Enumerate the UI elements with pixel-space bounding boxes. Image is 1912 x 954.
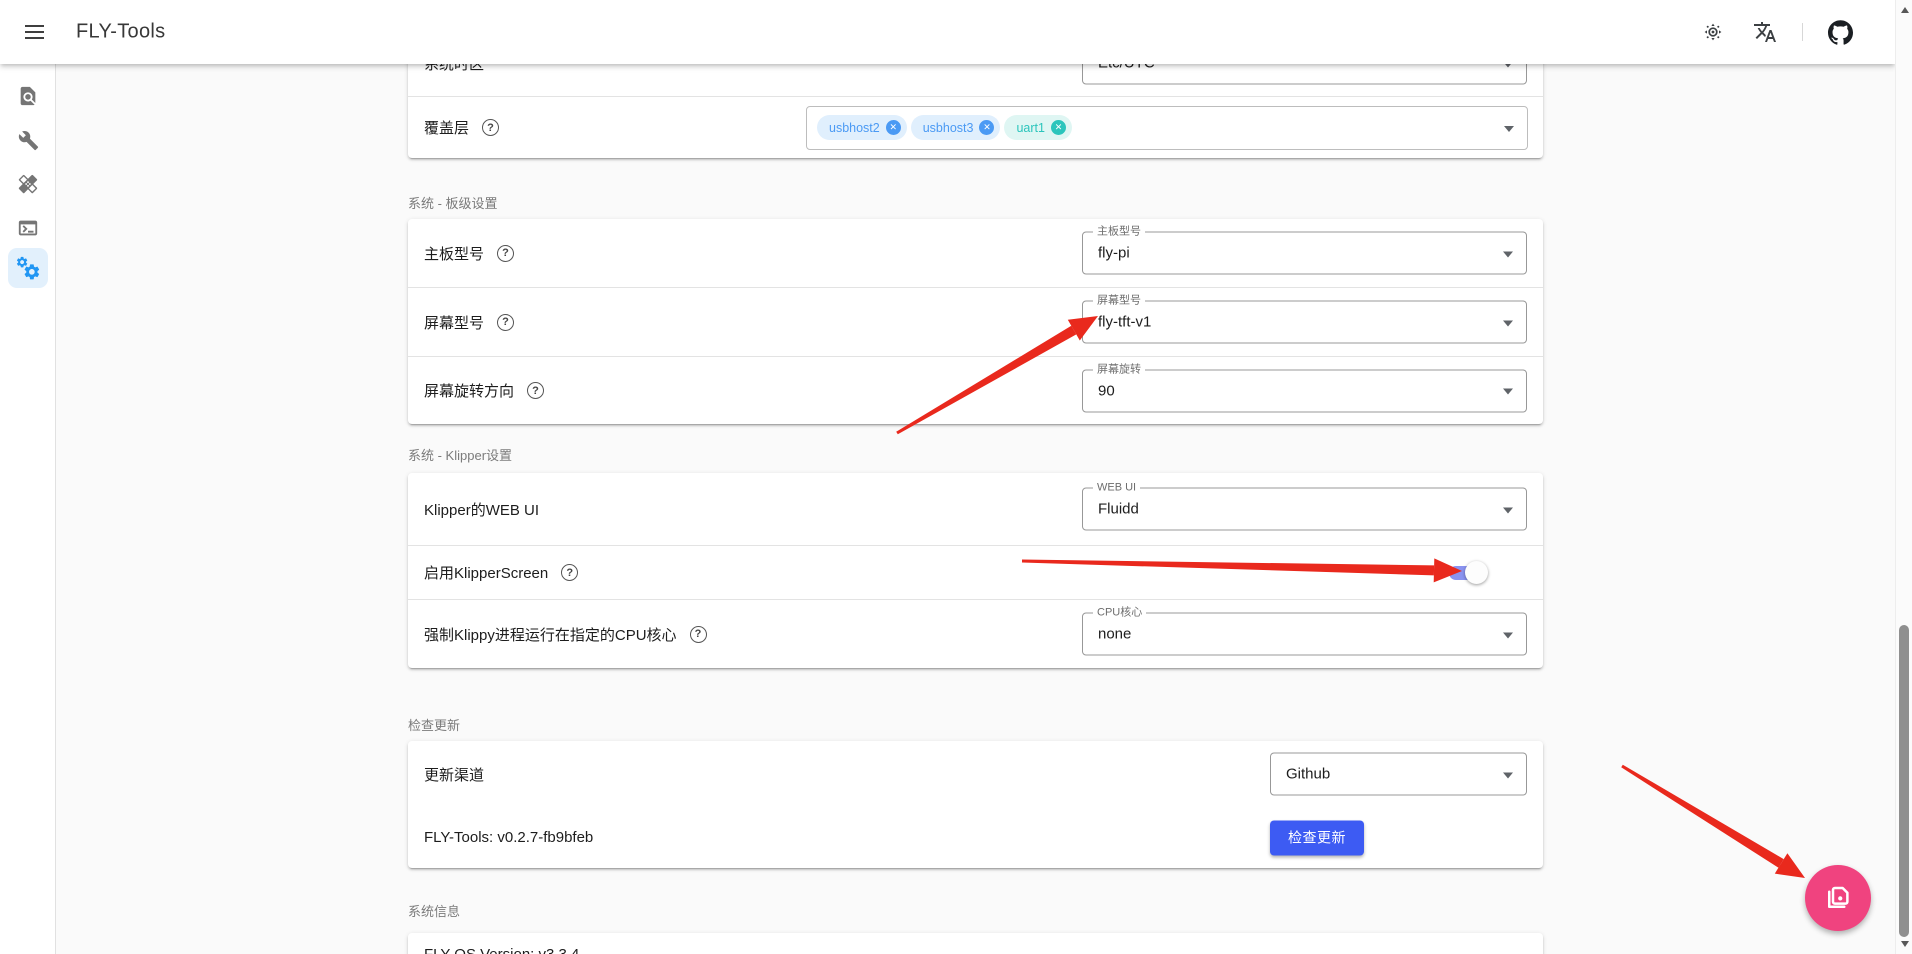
klipperscreen-toggle[interactable] [1449, 566, 1485, 580]
row-os-version: FLY OS Version: v3.3.4 [408, 933, 1543, 954]
dropdown-arrow-icon [1503, 772, 1513, 778]
screen-select[interactable]: 屏幕型号 fly-tft-v1 [1082, 301, 1527, 344]
dropdown-arrow-icon [1504, 126, 1514, 132]
tools-version-label: FLY-Tools: v0.2.7-fb9bfeb [424, 829, 593, 846]
row-screen-rotation: 屏幕旋转方向 ? 屏幕旋转 90 [408, 357, 1543, 424]
section-title-info: 系统信息 [408, 901, 460, 920]
row-overlay: 覆盖层 ? usbhost2 ✕ usbhost3 ✕ uart1 [408, 97, 1543, 158]
overlay-chip: uart1 ✕ [1004, 115, 1072, 140]
row-webui: Klipper的WEB UI WEB UI Fluidd [408, 473, 1543, 546]
overlay-multiselect[interactable]: usbhost2 ✕ usbhost3 ✕ uart1 ✕ [806, 106, 1528, 150]
channel-value: Github [1286, 766, 1330, 783]
webui-select[interactable]: WEB UI Fluidd [1082, 488, 1527, 531]
chip-close-icon[interactable]: ✕ [1051, 120, 1066, 135]
screen-value: fly-tft-v1 [1098, 314, 1151, 331]
sidebar-item-find-in-page[interactable] [8, 76, 48, 116]
cpu-select[interactable]: CPU核心 none [1082, 613, 1527, 656]
help-icon[interactable]: ? [497, 314, 514, 331]
scrollbar [1895, 0, 1912, 954]
healing-icon [17, 173, 39, 195]
os-version-label: FLY OS Version: v3.3.4 [424, 946, 579, 954]
fly-tools-app: 系统时区 Etc/UTC 覆盖层 ? usbhost2 ✕ [0, 0, 1912, 954]
webui-value: Fluidd [1098, 501, 1139, 518]
github-icon[interactable] [1825, 17, 1855, 47]
card-klipper-settings: Klipper的WEB UI WEB UI Fluidd 启用KlipperSc… [408, 473, 1543, 668]
cpu-label: 强制Klippy进程运行在指定的CPU核心 [424, 624, 677, 645]
chip-label: uart1 [1016, 121, 1045, 135]
scrollbar-thumb[interactable] [1899, 625, 1909, 937]
cpu-value: none [1098, 626, 1131, 643]
overlay-chip: usbhost3 ✕ [911, 115, 1001, 140]
card-check-update: 更新渠道 Github FLY-Tools: v0.2.7-fb9bfeb 检查… [408, 741, 1543, 868]
field-label: WEB UI [1093, 482, 1140, 495]
chip-label: usbhost2 [829, 121, 880, 135]
row-update-channel: 更新渠道 Github [408, 741, 1543, 807]
toggle-thumb [1465, 561, 1488, 584]
translate-icon[interactable] [1750, 17, 1780, 47]
section-title-update: 检查更新 [408, 715, 460, 734]
sidebar-item-settings[interactable] [8, 248, 48, 288]
menu-icon[interactable] [18, 14, 54, 50]
row-cpu-core: 强制Klippy进程运行在指定的CPU核心 ? CPU核心 none [408, 600, 1543, 668]
terminal-icon [17, 217, 39, 239]
dropdown-arrow-icon [1503, 507, 1513, 513]
help-icon[interactable]: ? [690, 626, 707, 643]
channel-label: 更新渠道 [424, 764, 484, 785]
section-title-board: 系统 - 板级设置 [408, 193, 498, 212]
overlay-label: 覆盖层 [424, 117, 469, 138]
help-icon[interactable]: ? [527, 382, 544, 399]
row-klipperscreen: 启用KlipperScreen ? [408, 546, 1543, 600]
rotation-value: 90 [1098, 382, 1115, 399]
row-screen-model: 屏幕型号 ? 屏幕型号 fly-tft-v1 [408, 288, 1543, 357]
save-all-icon [1823, 883, 1853, 913]
help-icon[interactable]: ? [561, 564, 578, 581]
sidebar-item-healing[interactable] [8, 164, 48, 204]
card-system-info: FLY OS Version: v3.3.4 [408, 933, 1543, 954]
dropdown-arrow-icon [1503, 320, 1513, 326]
settings-content: 系统时区 Etc/UTC 覆盖层 ? usbhost2 ✕ [56, 0, 1895, 954]
row-version: FLY-Tools: v0.2.7-fb9bfeb 检查更新 [408, 807, 1543, 868]
check-update-button[interactable]: 检查更新 [1270, 820, 1364, 855]
rotation-label: 屏幕旋转方向 [424, 380, 514, 401]
update-channel-select[interactable]: Github [1270, 753, 1527, 796]
section-title-klipper: 系统 - Klipper设置 [408, 445, 512, 464]
motherboard-value: fly-pi [1098, 245, 1130, 262]
motherboard-label: 主板型号 [424, 243, 484, 264]
brightness-icon[interactable] [1698, 17, 1728, 47]
row-motherboard-model: 主板型号 ? 主板型号 fly-pi [408, 219, 1543, 288]
rotation-select[interactable]: 屏幕旋转 90 [1082, 369, 1527, 412]
dropdown-arrow-icon [1503, 389, 1513, 395]
klipperscreen-label: 启用KlipperScreen [424, 562, 548, 583]
wrench-icon [18, 130, 39, 151]
chip-label: usbhost3 [923, 121, 974, 135]
field-label: 主板型号 [1093, 226, 1145, 239]
save-fab-button[interactable] [1805, 865, 1871, 931]
app-bar: FLY-Tools [0, 0, 1895, 64]
webui-label: Klipper的WEB UI [424, 499, 539, 520]
dropdown-arrow-icon [1503, 251, 1513, 257]
find-in-page-icon [17, 85, 39, 107]
scrollbar-down-icon[interactable] [1896, 936, 1912, 952]
chip-close-icon[interactable]: ✕ [886, 120, 901, 135]
field-label: 屏幕型号 [1093, 295, 1145, 308]
help-icon[interactable]: ? [497, 245, 514, 262]
screen-label: 屏幕型号 [424, 312, 484, 333]
app-title: FLY-Tools [76, 21, 165, 44]
sidebar [0, 64, 56, 954]
motherboard-select[interactable]: 主板型号 fly-pi [1082, 232, 1527, 275]
sidebar-item-terminal[interactable] [8, 208, 48, 248]
dropdown-arrow-icon [1503, 632, 1513, 638]
field-label: CPU核心 [1093, 607, 1146, 620]
gears-icon [15, 255, 41, 281]
help-icon[interactable]: ? [482, 119, 499, 136]
scrollbar-up-icon[interactable] [1896, 2, 1912, 18]
sidebar-item-tools[interactable] [8, 120, 48, 160]
chip-close-icon[interactable]: ✕ [979, 120, 994, 135]
appbar-divider [1802, 23, 1803, 41]
overlay-chip: usbhost2 ✕ [817, 115, 907, 140]
card-board-settings: 主板型号 ? 主板型号 fly-pi 屏幕型号 ? 屏幕型号 fly-tft-v… [408, 219, 1543, 424]
field-label: 屏幕旋转 [1093, 363, 1145, 376]
